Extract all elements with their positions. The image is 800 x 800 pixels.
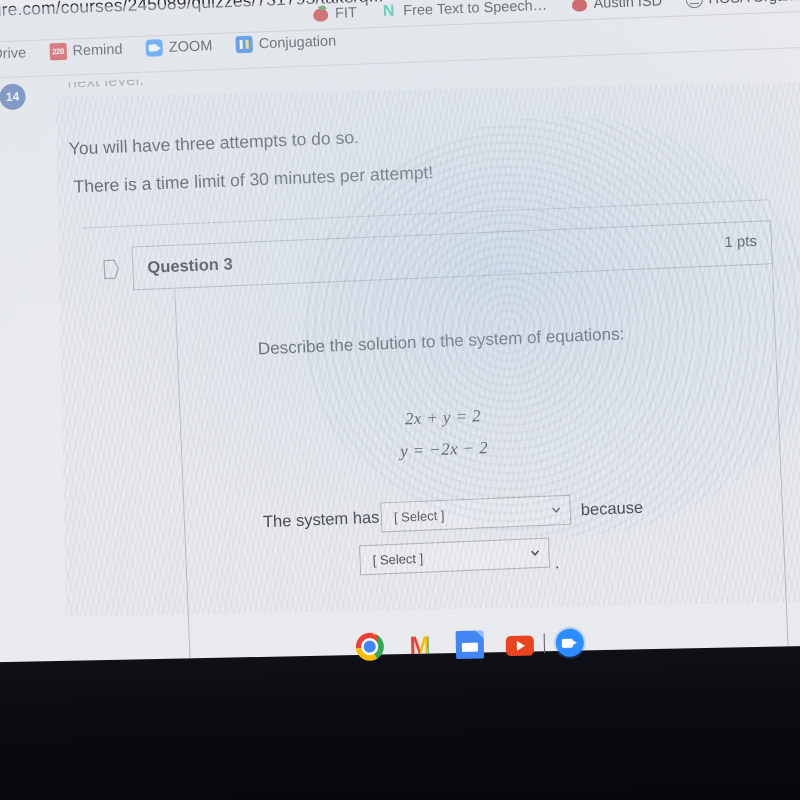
photographed-screen: cture.com/courses/245089/quizzes/731795/… [0,0,800,800]
quiz-page: 14 next level. You will have three attem… [0,62,800,663]
monitor-screen: cture.com/courses/245089/quizzes/731795/… [0,0,800,663]
select-dropdown-2[interactable]: [ Select ] [359,537,551,576]
flag-question-icon[interactable] [103,259,120,280]
question-card: Question 3 1 pts Describe the solution t… [103,220,790,663]
shelf-divider [543,633,546,654]
chrome-icon[interactable] [355,632,385,662]
answer-prefix-label: The system has [262,508,380,532]
question-body: Describe the solution to the system of e… [174,264,790,663]
select-1-value: [ Select ] [393,507,445,525]
bookmark-label: Austin ISD [593,0,663,12]
apple-icon [312,5,330,23]
conjugation-icon [235,35,254,54]
shelf-zoom-wrap [543,628,585,658]
chevron-down-icon [552,507,561,513]
chevron-down-icon [530,550,539,556]
bookmark-google-drive[interactable]: ogle Drive [0,45,26,63]
bookmark-label: Remind [72,41,123,60]
globe-icon [685,0,703,9]
instruction-line-1: You will have three attempts to do so. [68,127,360,159]
bookmark-zoom[interactable]: ZOOM [145,37,213,57]
apple-icon [570,0,588,13]
answer-row: The system has [ Select ] because [ Sele… [262,486,783,576]
remind-icon: 228 [49,43,67,61]
question-title: Question 3 [147,255,234,277]
zoom-icon[interactable] [555,628,585,658]
bookmark-label: ogle Drive [0,45,27,63]
question-points: 1 pts [724,232,758,252]
bookmarks-bar-row-2: ogle Drive 228 Remind ZOOM Conjugation [0,32,355,65]
bookmark-label: ZOOM [168,37,213,56]
question-number-badge[interactable]: 14 [0,83,27,111]
bookmark-label: Conjugation [258,33,337,53]
zoom-icon [145,39,164,57]
question-prompt: Describe the solution to the system of e… [257,324,625,359]
shelf-icon-group: M [355,628,585,662]
google-slides-icon[interactable] [455,630,485,660]
select-2-value: [ Select ] [372,550,424,568]
bookmark-remind[interactable]: 228 Remind [49,41,123,61]
instruction-line-2: There is a time limit of 30 minutes per … [73,162,434,197]
gmail-icon[interactable]: M [406,632,435,661]
bookmark-label: FIT [334,4,358,22]
answer-suffix-label: . [554,555,560,573]
answer-connector-label: because [580,498,644,520]
bookmark-conjugation[interactable]: Conjugation [235,33,336,54]
equation-2: y = −2x − 2 [399,438,489,461]
select-dropdown-1[interactable]: [ Select ] [380,494,572,533]
letter-n-icon: N [382,2,395,21]
equation-1: 2x + y = 2 [404,406,482,429]
youtube-icon[interactable] [505,635,535,657]
bookmark-fit[interactable]: FIT [312,4,357,23]
